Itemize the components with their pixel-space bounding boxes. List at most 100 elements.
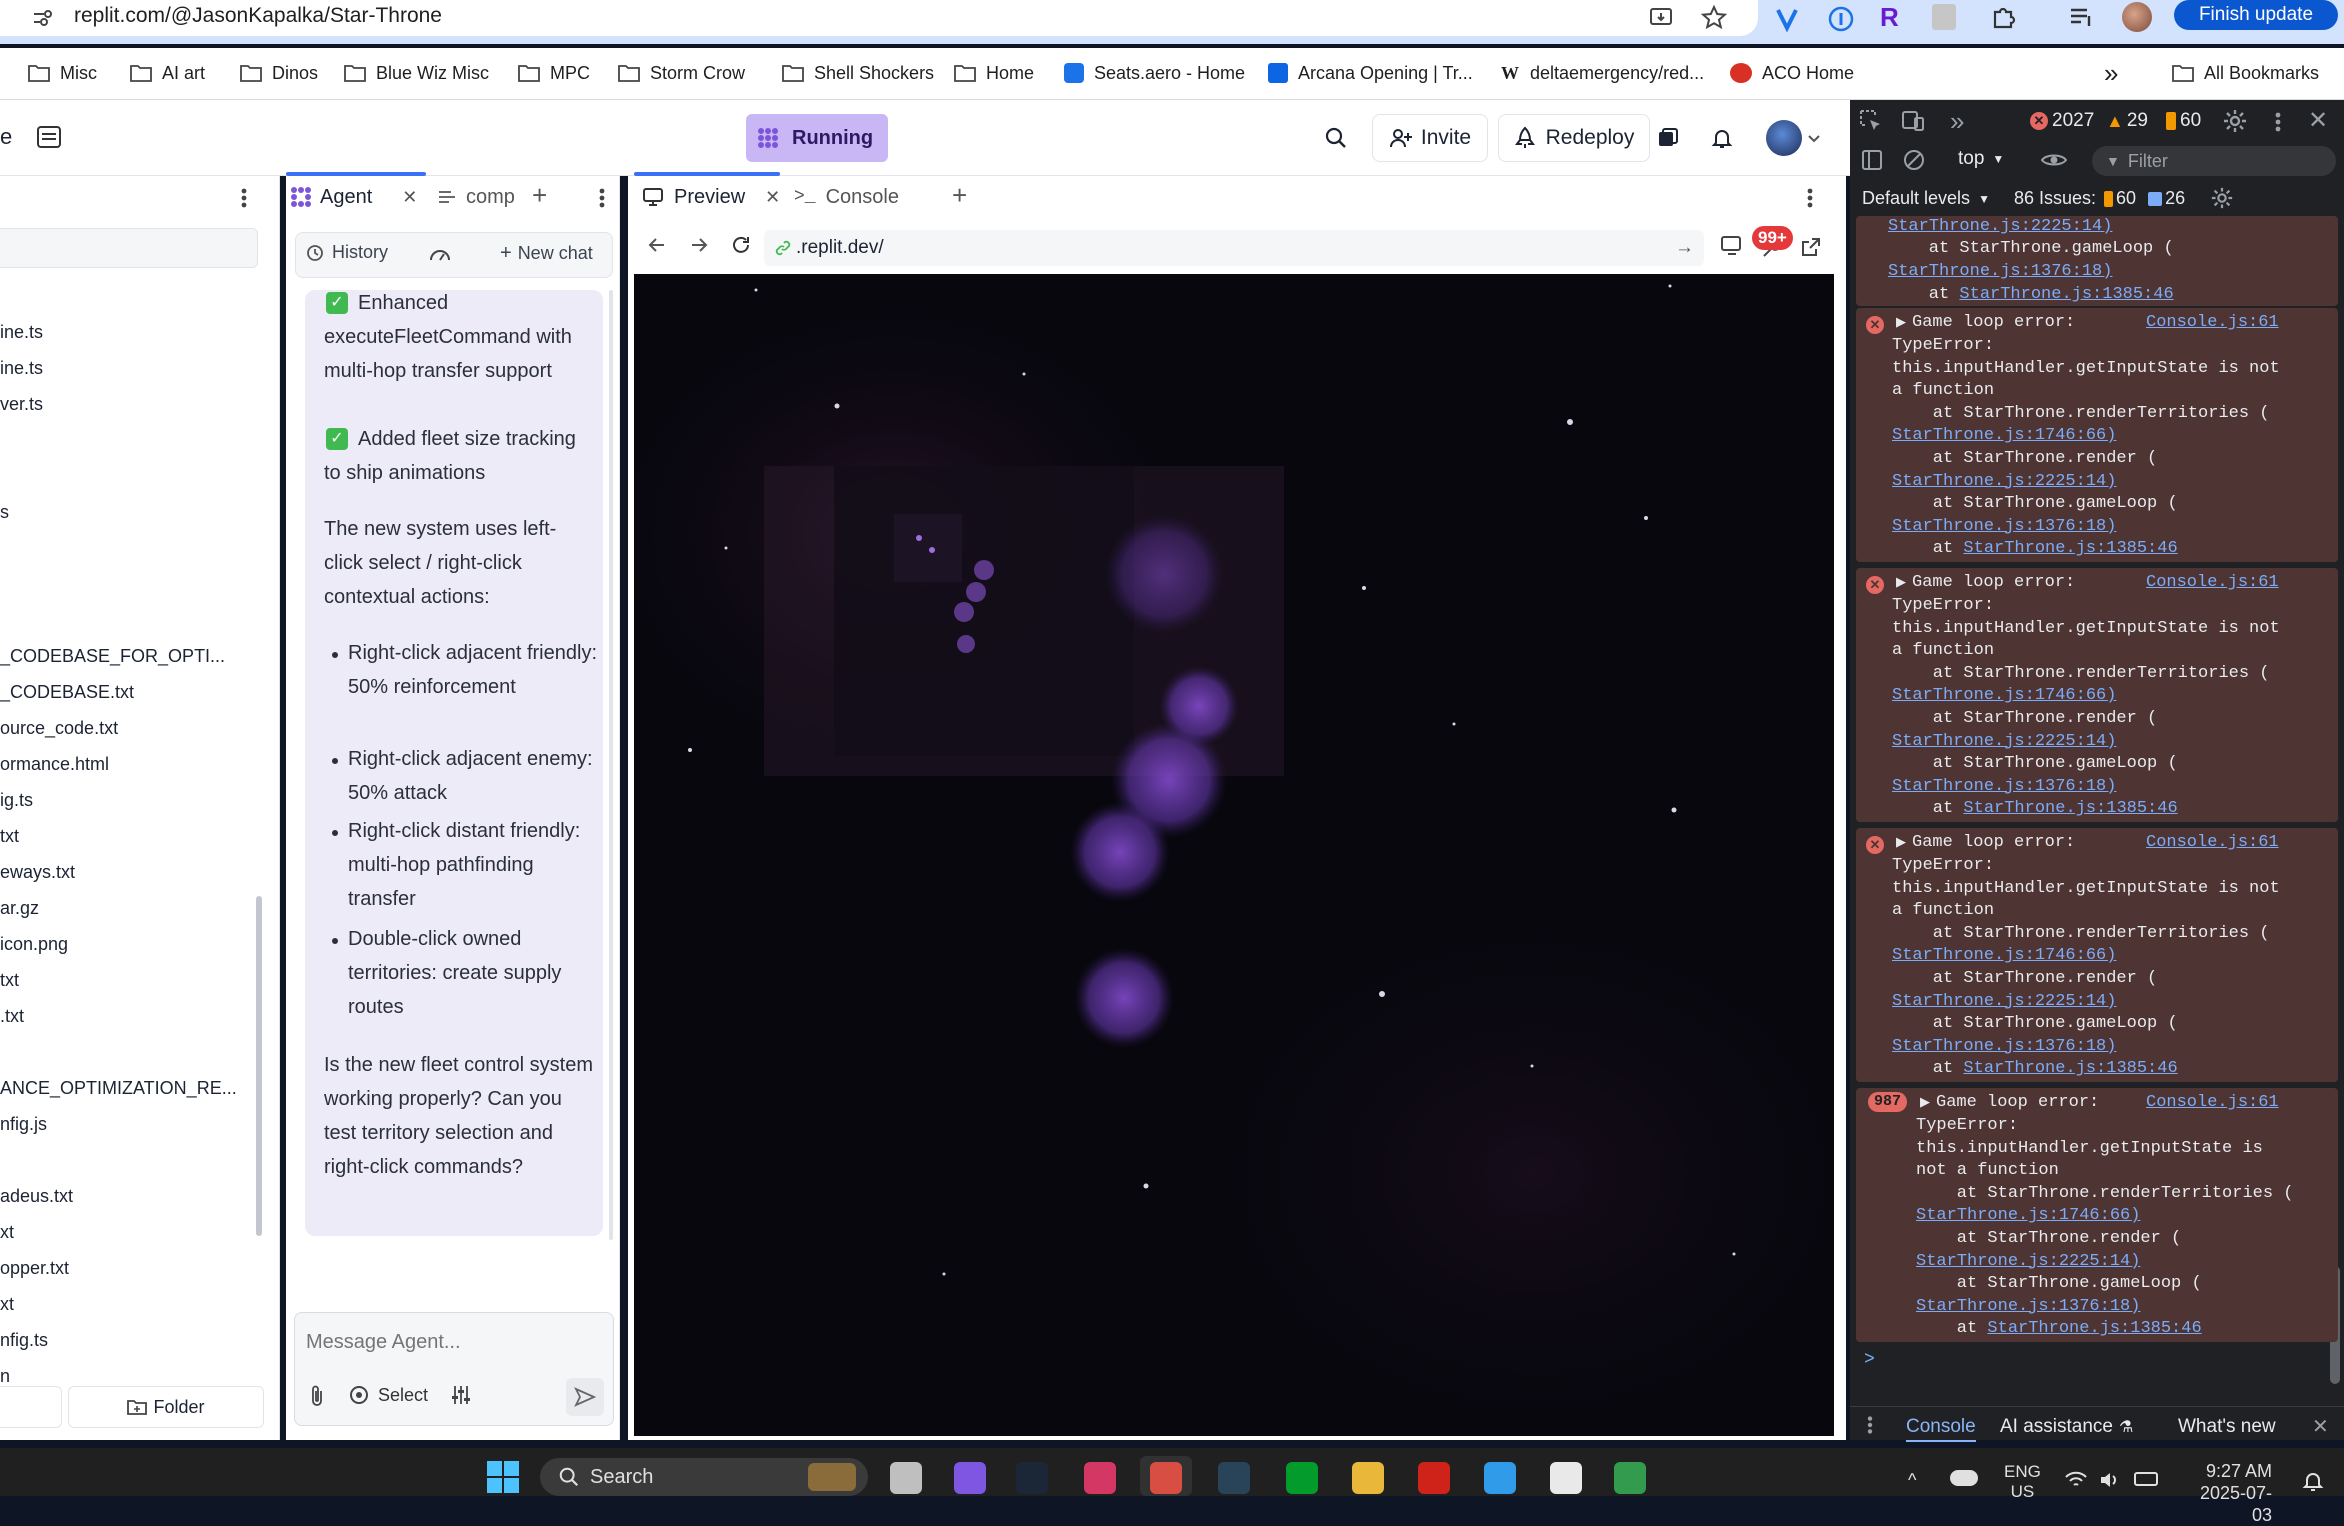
drawer-tab-ai-assistance[interactable]: AI assistance ⚗ <box>2000 1416 2133 1438</box>
bookmark-link[interactable]: Seats.aero - Home <box>1064 56 1245 90</box>
tab-preview[interactable]: Preview ✕ <box>642 180 780 214</box>
drawer-menu-icon[interactable] <box>1866 1414 1874 1436</box>
redeploy-button[interactable]: Redeploy <box>1498 114 1650 162</box>
reading-list-icon[interactable] <box>2068 4 2094 30</box>
expand-triangle-icon[interactable]: ▶ <box>1896 312 1906 335</box>
device-toolbar-icon[interactable] <box>1900 108 1926 134</box>
console-source-link[interactable]: StarThrone.js:1746:66) <box>1892 425 2116 448</box>
tray-chevron-icon[interactable]: ^ <box>1908 1470 1916 1491</box>
file-tree-item[interactable]: nfig.js <box>0 1112 47 1136</box>
eye-icon[interactable] <box>2040 150 2068 170</box>
file-tree-item[interactable]: _CODEBASE.txt <box>0 680 134 704</box>
back-arrow-icon[interactable] <box>646 234 668 256</box>
file-tree-item[interactable]: ANCE_OPTIMIZATION_RE... <box>0 1076 237 1100</box>
reload-icon[interactable] <box>730 234 752 256</box>
new-tab-plus-icon[interactable]: + <box>952 180 967 211</box>
issues-counter[interactable]: 86 Issues: 60 26 <box>2014 188 2185 209</box>
install-app-icon[interactable] <box>1648 4 1676 32</box>
message-input[interactable] <box>306 1322 596 1362</box>
bookmark-link[interactable]: Arcana Opening | Tr... <box>1268 56 1473 90</box>
bookmark-folder[interactable]: MPC <box>518 56 590 90</box>
console-filter-input[interactable]: ▼ Filter <box>2092 146 2336 176</box>
clock[interactable]: 9:27 AM 2025-07-03 <box>2180 1460 2272 1526</box>
extension-icon-2[interactable] <box>1828 6 1854 32</box>
file-tree-item[interactable]: ver.ts <box>0 392 43 416</box>
onedrive-cloud-icon[interactable] <box>1950 1470 1978 1486</box>
file-tree-item[interactable]: ormance.html <box>0 752 109 776</box>
file-explorer-window-icon[interactable] <box>890 1462 922 1494</box>
agent-menu-icon[interactable] <box>598 186 606 210</box>
steam-icon[interactable] <box>1016 1462 1048 1494</box>
site-info-icon[interactable] <box>30 6 54 30</box>
history-button[interactable]: History <box>306 242 388 263</box>
wifi-icon[interactable] <box>2064 1470 2088 1490</box>
console-source-link[interactable]: StarThrone.js:1376:18) <box>1892 776 2116 799</box>
volume-icon[interactable] <box>2098 1470 2122 1490</box>
left-tab-fragment[interactable]: e <box>0 124 12 150</box>
copilot-icon[interactable] <box>954 1462 986 1494</box>
language-indicator[interactable]: ENG US <box>2004 1462 2041 1502</box>
file-tree-item[interactable]: txt <box>0 824 19 848</box>
notification-center-icon[interactable] <box>2302 1470 2324 1492</box>
file-tree-item[interactable]: eways.txt <box>0 860 75 884</box>
error-count-badge[interactable]: 99+ <box>1752 226 1793 250</box>
new-tab-plus-icon[interactable]: + <box>532 180 547 211</box>
bookmark-folder[interactable]: Storm Crow <box>618 56 745 90</box>
file-tree-item[interactable]: icon.png <box>0 932 68 956</box>
file-tree-item[interactable]: xt <box>0 1292 14 1316</box>
console-source-link[interactable]: StarThrone.js:1385:46 <box>1963 539 2177 558</box>
open-new-window-icon[interactable] <box>1800 236 1822 258</box>
settings-sliders-icon[interactable] <box>450 1384 472 1406</box>
close-icon[interactable]: ✕ <box>2308 106 2328 135</box>
file-panel-menu-icon[interactable] <box>240 186 248 210</box>
finish-update-button[interactable]: Finish update <box>2174 0 2338 30</box>
devtools-menu-icon[interactable] <box>2274 110 2282 134</box>
address-bar[interactable]: replit.com/@JasonKapalka/Star-Throne <box>0 0 1758 36</box>
file-tree-item[interactable]: opper.txt <box>0 1256 69 1280</box>
bookmark-folder[interactable]: Shell Shockers <box>782 56 934 90</box>
evernote-icon[interactable] <box>1286 1462 1318 1494</box>
extension-icon-4[interactable] <box>1932 4 1956 30</box>
console-source-link[interactable]: StarThrone.js:1385:46 <box>1963 799 2177 818</box>
running-button[interactable]: Running <box>746 114 888 162</box>
panel-layout-icon[interactable] <box>36 124 62 150</box>
windows-start-icon[interactable] <box>486 1460 520 1494</box>
expand-triangle-icon[interactable]: ▶ <box>1920 1092 1930 1115</box>
user-avatar[interactable] <box>1766 120 1802 156</box>
game-canvas[interactable] <box>634 274 1834 1436</box>
tab-console[interactable]: >_ Console <box>794 180 899 214</box>
bookmark-star-icon[interactable] <box>1700 4 1728 32</box>
new-file-button[interactable] <box>0 1386 62 1428</box>
console-source-link[interactable]: StarThrone.js:2225:14) <box>1916 1251 2140 1274</box>
go-arrow-icon[interactable]: → <box>1675 237 1694 259</box>
extension-icon-3[interactable]: R <box>1880 2 1899 33</box>
chevron-down-icon[interactable] <box>1806 130 1822 146</box>
extension-icon-1[interactable] <box>1774 6 1800 32</box>
console-source-link[interactable]: StarThrone.js:2225:14) <box>1888 216 2112 239</box>
creative-cloud-icon[interactable] <box>1084 1462 1116 1494</box>
search-icon[interactable] <box>1324 126 1348 150</box>
file-tree-item[interactable]: n <box>0 1364 10 1388</box>
file-explorer-folder-icon[interactable] <box>1352 1462 1384 1494</box>
send-button[interactable] <box>566 1378 604 1416</box>
file-scrollbar[interactable] <box>256 896 262 1236</box>
clear-console-icon[interactable] <box>1902 148 1926 172</box>
console-source-link[interactable]: StarThrone.js:1385:46 <box>1963 1059 2177 1078</box>
bookmark-folder[interactable]: Blue Wiz Misc <box>344 56 489 90</box>
file-search-box[interactable] <box>0 228 258 268</box>
console-source-link[interactable]: Console.js:61 <box>2146 312 2279 335</box>
file-tree-item[interactable]: s <box>0 500 9 524</box>
console-source-link[interactable]: Console.js:61 <box>2146 572 2279 595</box>
attach-paperclip-icon[interactable] <box>308 1384 326 1408</box>
capcut-icon[interactable] <box>1550 1462 1582 1494</box>
close-icon[interactable]: ✕ <box>402 187 417 208</box>
new-chat-button[interactable]: + New chat <box>500 242 593 265</box>
close-icon[interactable]: ✕ <box>765 187 780 208</box>
gear-icon[interactable] <box>2222 108 2248 134</box>
warning-count[interactable]: ▲ 29 <box>2106 110 2148 132</box>
sheets-icon[interactable] <box>1614 1462 1646 1494</box>
console-source-link[interactable]: Console.js:61 <box>2146 1092 2279 1115</box>
drawer-tab-whats-new[interactable]: What's new <box>2178 1416 2276 1438</box>
invite-button[interactable]: Invite <box>1372 114 1488 162</box>
console-source-link[interactable]: StarThrone.js:1746:66) <box>1892 685 2116 708</box>
